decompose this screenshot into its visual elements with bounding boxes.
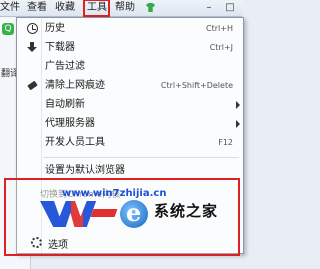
menu-favorites[interactable]: 收藏 (55, 1, 75, 15)
menubar: 文件 查看 收藏 工具 帮助 – □ (0, 0, 242, 17)
menu-item-label: 设置为默认浏览器 (45, 165, 125, 176)
menu-item-clear-traces[interactable]: 清除上网痕迹 Ctrl+Shift+Delete (17, 77, 243, 94)
shortcut-label: Ctrl+J (209, 43, 233, 52)
download-arrow-icon (27, 42, 38, 53)
minimize-button[interactable]: – (200, 2, 218, 14)
watermark-url: www.win7zhijia.cn (62, 188, 167, 199)
watermark-site-name: 系统之家 (154, 202, 219, 220)
restore-button[interactable]: □ (221, 2, 239, 14)
submenu-arrow-icon (236, 101, 240, 109)
menu-item-label: 下载器 (45, 42, 75, 53)
tools-highlight-box (83, 0, 110, 17)
menu-item-auto-refresh[interactable]: 自动刷新 (17, 96, 243, 113)
menu-item-devtools[interactable]: 开发人员工具 F12 (17, 134, 243, 151)
shortcut-label: F12 (218, 138, 233, 147)
shortcut-label: Ctrl+Shift+Delete (160, 81, 233, 90)
menu-item-history[interactable]: 历史 Ctrl+H (17, 20, 243, 37)
menu-item-proxy[interactable]: 代理服务器 (17, 115, 243, 132)
menu-view[interactable]: 查看 (27, 1, 47, 15)
eraser-icon (27, 80, 38, 91)
menu-item-adblock[interactable]: 广告过滤 (17, 58, 243, 75)
menu-item-default-browser[interactable]: 设置为默认浏览器 (17, 162, 243, 179)
shortcut-label: Ctrl+H (206, 24, 233, 33)
windows-logo-stroke (90, 209, 118, 217)
menu-item-label: 自动刷新 (45, 99, 85, 110)
submenu-arrow-icon (236, 120, 240, 128)
menu-separator (43, 157, 239, 158)
menu-item-label: 历史 (45, 23, 65, 34)
ie-globe-icon (120, 198, 148, 228)
menu-item-label: 清除上网痕迹 (45, 80, 105, 91)
menu-item-label: 开发人员工具 (45, 137, 105, 148)
gear-icon (31, 237, 42, 248)
skin-shirt-icon[interactable] (146, 3, 155, 12)
search-go-button[interactable]: Q (2, 23, 14, 35)
menu-file[interactable]: 文件 (0, 1, 20, 15)
menu-item-settings[interactable]: 选项 (48, 236, 68, 251)
clock-icon (27, 23, 38, 34)
menu-item-downloads[interactable]: 下载器 Ctrl+J (17, 39, 243, 56)
menu-item-label: 广告过滤 (45, 61, 85, 72)
menu-item-label: 代理服务器 (45, 118, 95, 129)
menu-help[interactable]: 帮助 (115, 1, 135, 15)
